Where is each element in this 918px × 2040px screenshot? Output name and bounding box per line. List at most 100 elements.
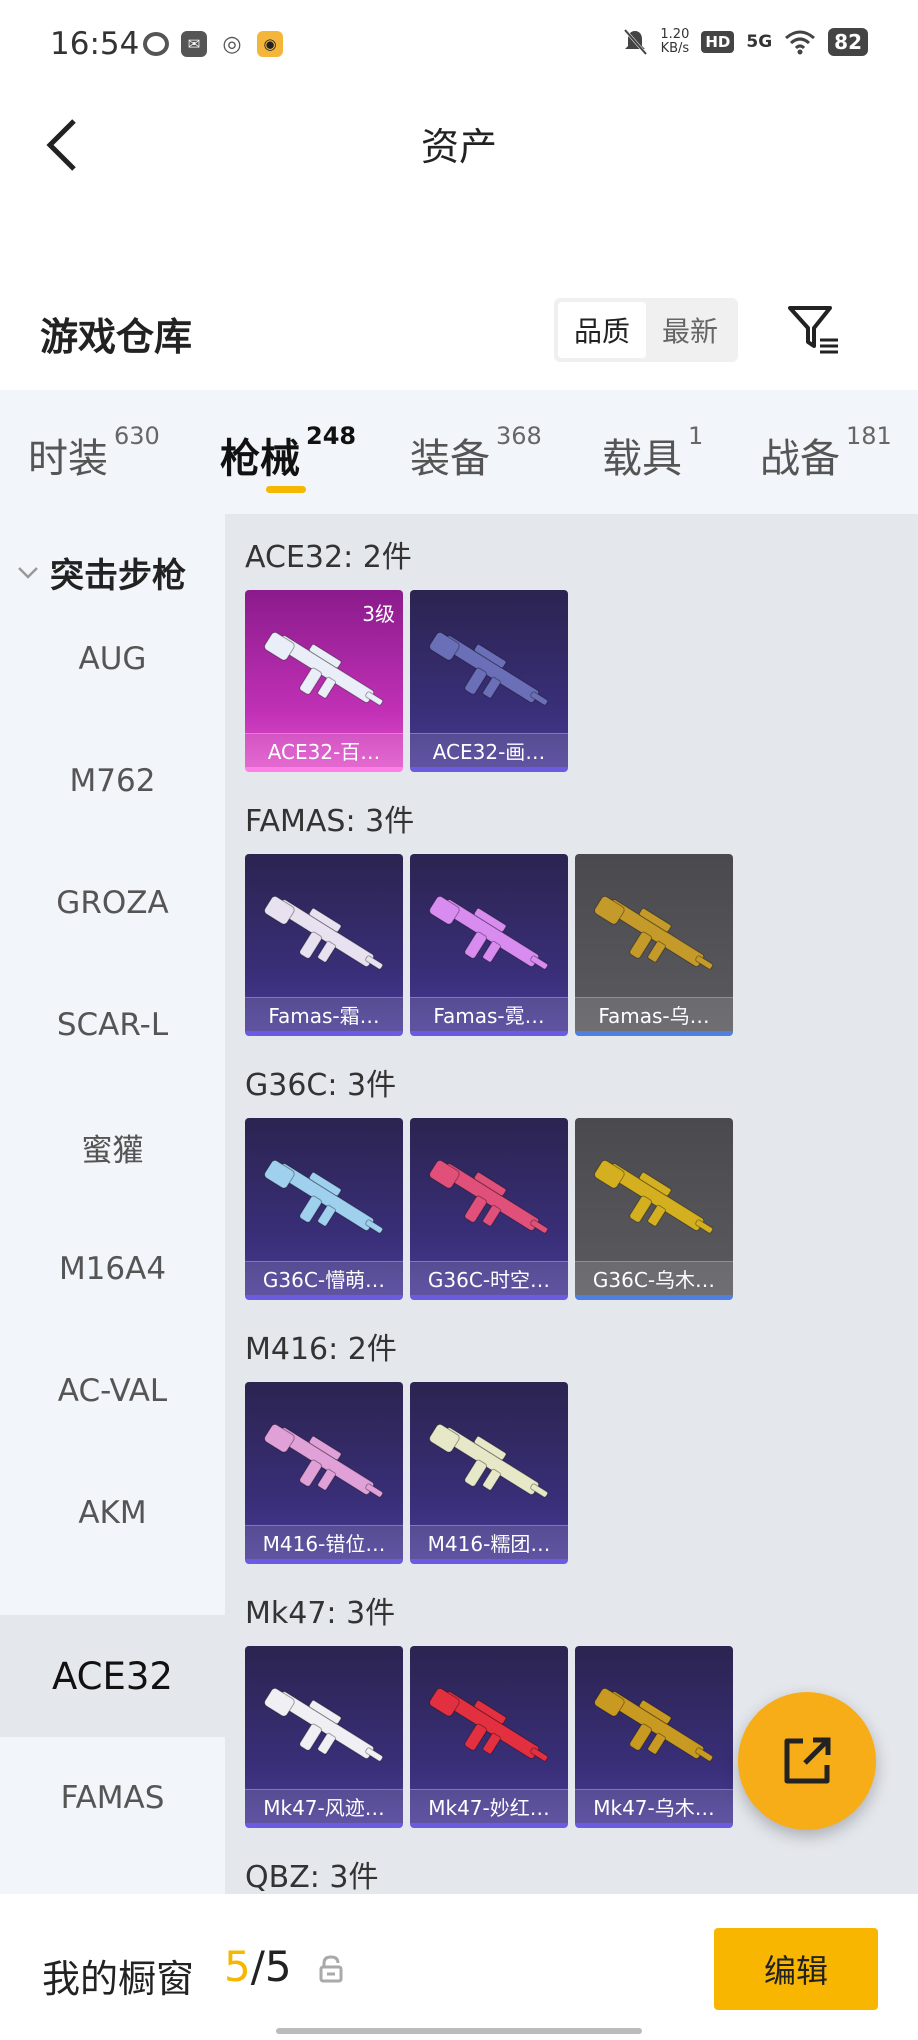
tab-count: 181 — [846, 422, 892, 450]
rifle-skin-icon — [594, 1687, 714, 1762]
tab-firearms[interactable]: 枪械 248 — [220, 422, 356, 484]
skin-card-mk47-3[interactable]: Mk47-乌木… — [575, 1646, 733, 1828]
skin-name: Mk47-乌木… — [575, 1789, 733, 1823]
tab-label: 装备 — [410, 436, 490, 482]
chevron-down-icon — [18, 566, 38, 579]
message-icon: ✉ — [181, 31, 207, 57]
skin-name: G36C-时空… — [410, 1261, 568, 1295]
page-title: 资产 — [420, 125, 497, 169]
skin-name: M416-糯团… — [410, 1525, 568, 1559]
skin-card-g36c-3[interactable]: G36C-乌木… — [575, 1118, 733, 1300]
rifle-skin-icon — [429, 1687, 549, 1762]
tab-count: 630 — [114, 422, 160, 450]
showcase-count-separator: / — [250, 1942, 265, 1991]
group-title-ace32: ACE32: 2件 — [245, 540, 412, 575]
skin-name: Famas-乌… — [575, 997, 733, 1031]
tab-vehicles[interactable]: 载具 1 — [602, 422, 703, 484]
share-icon — [784, 1737, 831, 1784]
net-speed: 1.20 KB/s — [660, 27, 690, 56]
rifle-skin-icon — [429, 1423, 549, 1498]
skin-card-m416-1[interactable]: M416-错位… — [245, 1382, 403, 1564]
skin-name: Famas-霜… — [245, 997, 403, 1031]
rifle-skin-icon — [264, 895, 384, 970]
group-title-g36c: G36C: 3件 — [245, 1068, 397, 1103]
sidebar-item-aug[interactable]: AUG — [0, 598, 225, 720]
group-title-qbz: QBZ: 3件 — [245, 1860, 379, 1894]
filter-icon — [788, 306, 838, 354]
tab-label: 战备 — [760, 436, 840, 482]
status-time: 16:54 — [50, 26, 140, 62]
skin-card-ace32-2[interactable]: ACE32-画… — [410, 590, 568, 772]
status-bar: 16:54 ✉ ◎ ◉ 1.20 KB/s HD 5G 82 — [0, 0, 918, 92]
mute-icon — [624, 29, 648, 55]
rifle-skin-icon — [594, 895, 714, 970]
showcase-count-current: 5 — [224, 1942, 251, 1991]
tab-equipment[interactable]: 装备 368 — [410, 422, 542, 484]
sidebar-item-scar-l[interactable]: SCAR-L — [0, 964, 225, 1086]
sidebar-item-groza[interactable]: GROZA — [0, 842, 225, 964]
skin-card-mk47-2[interactable]: Mk47-妙红… — [410, 1646, 568, 1828]
tab-count: 368 — [496, 422, 542, 450]
skin-card-famas-1[interactable]: Famas-霜… — [245, 854, 403, 1036]
wechat-icon: ◎ — [222, 31, 242, 57]
tab-fashion[interactable]: 时装 630 — [28, 422, 160, 484]
rifle-skin-icon — [264, 1687, 384, 1762]
rifle-skin-icon — [594, 1159, 714, 1234]
sidebar-item-ac-val[interactable]: AC-VAL — [0, 1330, 225, 1452]
rifle-skin-icon — [264, 1423, 384, 1498]
filter-button[interactable] — [786, 302, 842, 358]
skin-name: ACE32-画… — [410, 733, 568, 767]
tab-label: 枪械 — [220, 436, 300, 482]
sidebar-item-akm[interactable]: AKM — [0, 1452, 225, 1574]
sort-toggle: 品质 最新 — [554, 298, 738, 362]
rifle-skin-icon — [429, 631, 549, 706]
group-title-m416: M416: 2件 — [245, 1332, 397, 1367]
app-icon: ◉ — [257, 31, 283, 57]
hd-badge: HD — [701, 31, 735, 53]
tab-label: 时装 — [28, 436, 108, 482]
skin-card-g36c-2[interactable]: G36C-时空… — [410, 1118, 568, 1300]
skin-card-m416-2[interactable]: M416-糯团… — [410, 1382, 568, 1564]
sidebar-group-label: 突击步枪 — [50, 556, 186, 596]
rifle-skin-icon — [429, 895, 549, 970]
tab-count: 248 — [306, 422, 357, 450]
skin-card-ace32-1[interactable]: 3级 ACE32-百… — [245, 590, 403, 772]
skin-name: Famas-霓… — [410, 997, 568, 1031]
sidebar-item-famas[interactable]: FAMAS — [0, 1737, 225, 1859]
skin-name: M416-错位… — [245, 1525, 403, 1559]
rifle-skin-icon — [429, 1159, 549, 1234]
skin-name: Mk47-妙红… — [410, 1789, 568, 1823]
status-right: 1.20 KB/s HD 5G 82 — [622, 28, 868, 56]
tab-label: 载具 — [602, 436, 682, 482]
network-type: 5G — [746, 32, 773, 52]
sidebar-item-honey-badger[interactable]: 蜜獾 — [0, 1086, 225, 1208]
edit-button[interactable]: 编辑 — [714, 1928, 878, 2010]
showcase-label: 我的橱窗 — [42, 1957, 195, 2001]
sidebar-item-ace32[interactable]: ACE32 — [0, 1615, 225, 1737]
skin-card-g36c-1[interactable]: G36C-懵萌… — [245, 1118, 403, 1300]
sort-quality-option[interactable]: 品质 — [558, 302, 646, 358]
sidebar-item-m762[interactable]: M762 — [0, 720, 225, 842]
skin-card-famas-2[interactable]: Famas-霓… — [410, 854, 568, 1036]
share-button[interactable] — [738, 1692, 876, 1830]
showcase-bar: 我的橱窗 5/5 编辑 — [0, 1898, 918, 2040]
inventory-list: ACE32: 2件 3级 ACE32-百… ACE32-画… FAMAS: 3件… — [225, 514, 918, 1894]
weapon-type-sidebar: 突击步枪 AUG M762 GROZA SCAR-L 蜜獾 M16A4 AC-V… — [0, 514, 225, 1894]
battery-level: 82 — [828, 28, 868, 56]
section-title: 游戏仓库 — [40, 315, 193, 359]
sort-newest-option[interactable]: 最新 — [646, 302, 734, 358]
showcase-count-total: 5 — [264, 1942, 292, 1991]
rifle-skin-icon — [264, 631, 384, 706]
notification-icons: ✉ ◎ ◉ — [143, 31, 283, 57]
skin-card-famas-3[interactable]: Famas-乌… — [575, 854, 733, 1036]
skin-name: G36C-乌木… — [575, 1261, 733, 1295]
skin-card-mk47-1[interactable]: Mk47-风迹… — [245, 1646, 403, 1828]
home-indicator[interactable] — [276, 2028, 642, 2034]
active-tab-indicator — [266, 486, 306, 493]
category-tabs: 时装 630 枪械 248 装备 368 载具 1 战备 181 — [0, 390, 918, 514]
tab-count: 1 — [688, 422, 704, 450]
tab-supplies[interactable]: 战备 181 — [760, 422, 892, 484]
group-title-famas: FAMAS: 3件 — [245, 804, 415, 839]
sidebar-item-m16a4[interactable]: M16A4 — [0, 1208, 225, 1330]
sidebar-group-assault-rifles[interactable]: 突击步枪 — [16, 548, 186, 597]
